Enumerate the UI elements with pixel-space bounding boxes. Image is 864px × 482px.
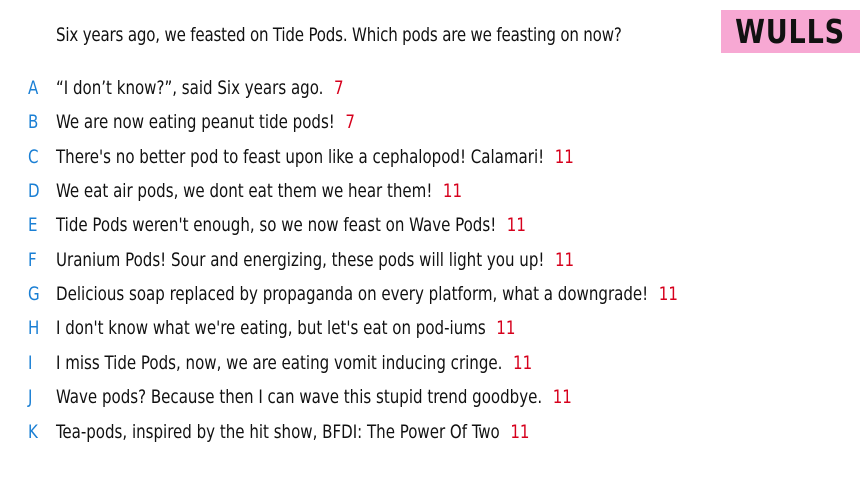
answer-text: Tea-pods, inspired by the hit show, BFDI… bbox=[56, 421, 500, 443]
answer-letter: C bbox=[28, 146, 39, 168]
answer-text: There's no better pod to feast upon like… bbox=[56, 146, 545, 168]
answer-score: 11 bbox=[658, 283, 678, 305]
answer-text: I don't know what we're eating, but let'… bbox=[56, 317, 486, 339]
answer-letter: E bbox=[28, 214, 38, 236]
answer-score: 11 bbox=[506, 214, 526, 236]
question-text: Six years ago, we feasted on Tide Pods. … bbox=[56, 24, 622, 46]
answer-score: 11 bbox=[554, 249, 575, 271]
answer-text: We eat air pods, we dont eat them we hea… bbox=[56, 180, 433, 202]
answer-text: I miss Tide Pods, now, we are eating vom… bbox=[56, 352, 503, 374]
answer-letter: H bbox=[28, 317, 40, 339]
logo-text: WULLS bbox=[735, 12, 846, 51]
answer-text: Delicious soap replaced by propaganda on… bbox=[56, 283, 649, 305]
answer-score: 11 bbox=[442, 180, 463, 202]
answer-score: 11 bbox=[552, 386, 572, 408]
answer-letter: A bbox=[28, 77, 39, 99]
answer-score: 11 bbox=[554, 146, 574, 168]
answer-text: Tide Pods weren't enough, so we now feas… bbox=[56, 214, 497, 236]
answer-letter: I bbox=[28, 352, 33, 374]
answer-text: Wave pods? Because then I can wave this … bbox=[56, 386, 543, 408]
answer-score: 11 bbox=[512, 352, 533, 374]
answer-score: 7 bbox=[333, 77, 344, 99]
answer-letter: J bbox=[28, 386, 33, 408]
answer-letter: D bbox=[28, 180, 40, 202]
wulls-logo: WULLS bbox=[721, 10, 860, 53]
answer-text: “I don’t know?”, said Six years ago. bbox=[56, 77, 324, 99]
answer-letter: G bbox=[28, 283, 40, 305]
answer-text: Uranium Pods! Sour and energizing, these… bbox=[56, 249, 545, 271]
answer-score: 7 bbox=[345, 111, 355, 133]
answer-letter: K bbox=[28, 421, 38, 443]
answer-letter: F bbox=[28, 249, 37, 271]
answer-letter: B bbox=[28, 111, 39, 133]
answer-text: We are now eating peanut tide pods! bbox=[56, 111, 335, 133]
answer-score: 11 bbox=[496, 317, 516, 339]
answer-score: 11 bbox=[510, 421, 530, 443]
